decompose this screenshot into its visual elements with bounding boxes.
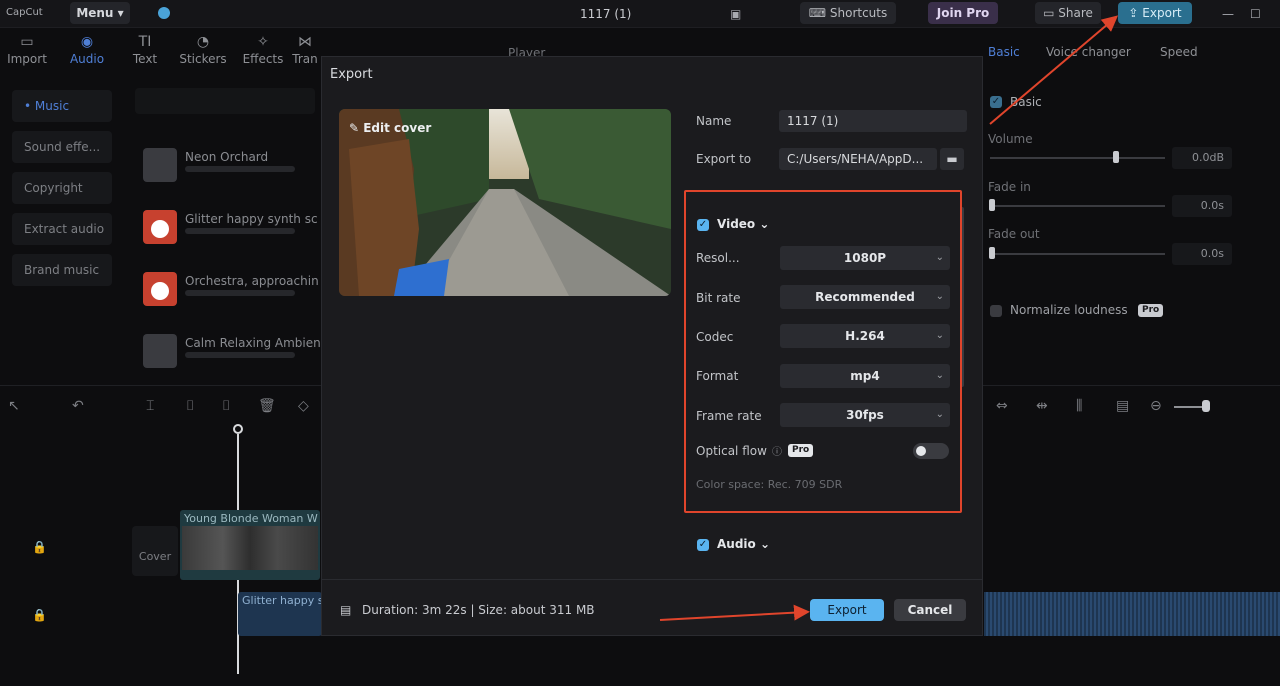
arrow-to-export-top [989, 15, 1119, 125]
annotation-arrows [659, 15, 1119, 621]
arrow-to-export-button [659, 604, 810, 621]
